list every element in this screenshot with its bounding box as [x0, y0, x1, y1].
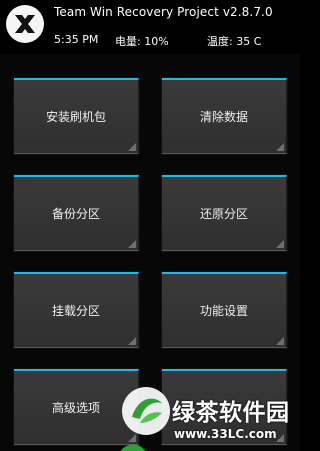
- watermark-text: 绿茶软件园: [172, 400, 290, 426]
- wipe-label: 清除数据: [199, 110, 248, 124]
- wipe-button[interactable]: 清除数据: [162, 78, 287, 154]
- watermark-url: www.33LC.com: [174, 427, 277, 441]
- settings-button[interactable]: 功能设置: [162, 272, 287, 348]
- settings-label: 功能设置: [199, 304, 248, 318]
- backup-button[interactable]: 备份分区: [14, 175, 139, 251]
- app-title: Team Win Recovery Project v2.8.7.0: [54, 5, 273, 19]
- mount-label: 挂载分区: [51, 304, 100, 318]
- watermark-logo-icon: [122, 387, 170, 435]
- install-label: 安装刷机包: [45, 110, 106, 124]
- restore-button[interactable]: 还原分区: [162, 175, 287, 251]
- status-header: Team Win Recovery Project v2.8.7.0 5:35 …: [0, 0, 300, 54]
- temperature-readout: 温度: 35 C: [207, 35, 262, 48]
- backup-label: 备份分区: [51, 207, 100, 221]
- battery-readout: 电量: 10%: [115, 35, 169, 48]
- install-button[interactable]: 安装刷机包: [14, 78, 139, 154]
- restore-label: 还原分区: [199, 207, 248, 221]
- mount-button[interactable]: 挂载分区: [14, 272, 139, 348]
- twrp-logo-icon: [6, 5, 44, 43]
- time-readout: 5:35 PM: [54, 33, 99, 46]
- green-swoosh-icon: [120, 444, 146, 451]
